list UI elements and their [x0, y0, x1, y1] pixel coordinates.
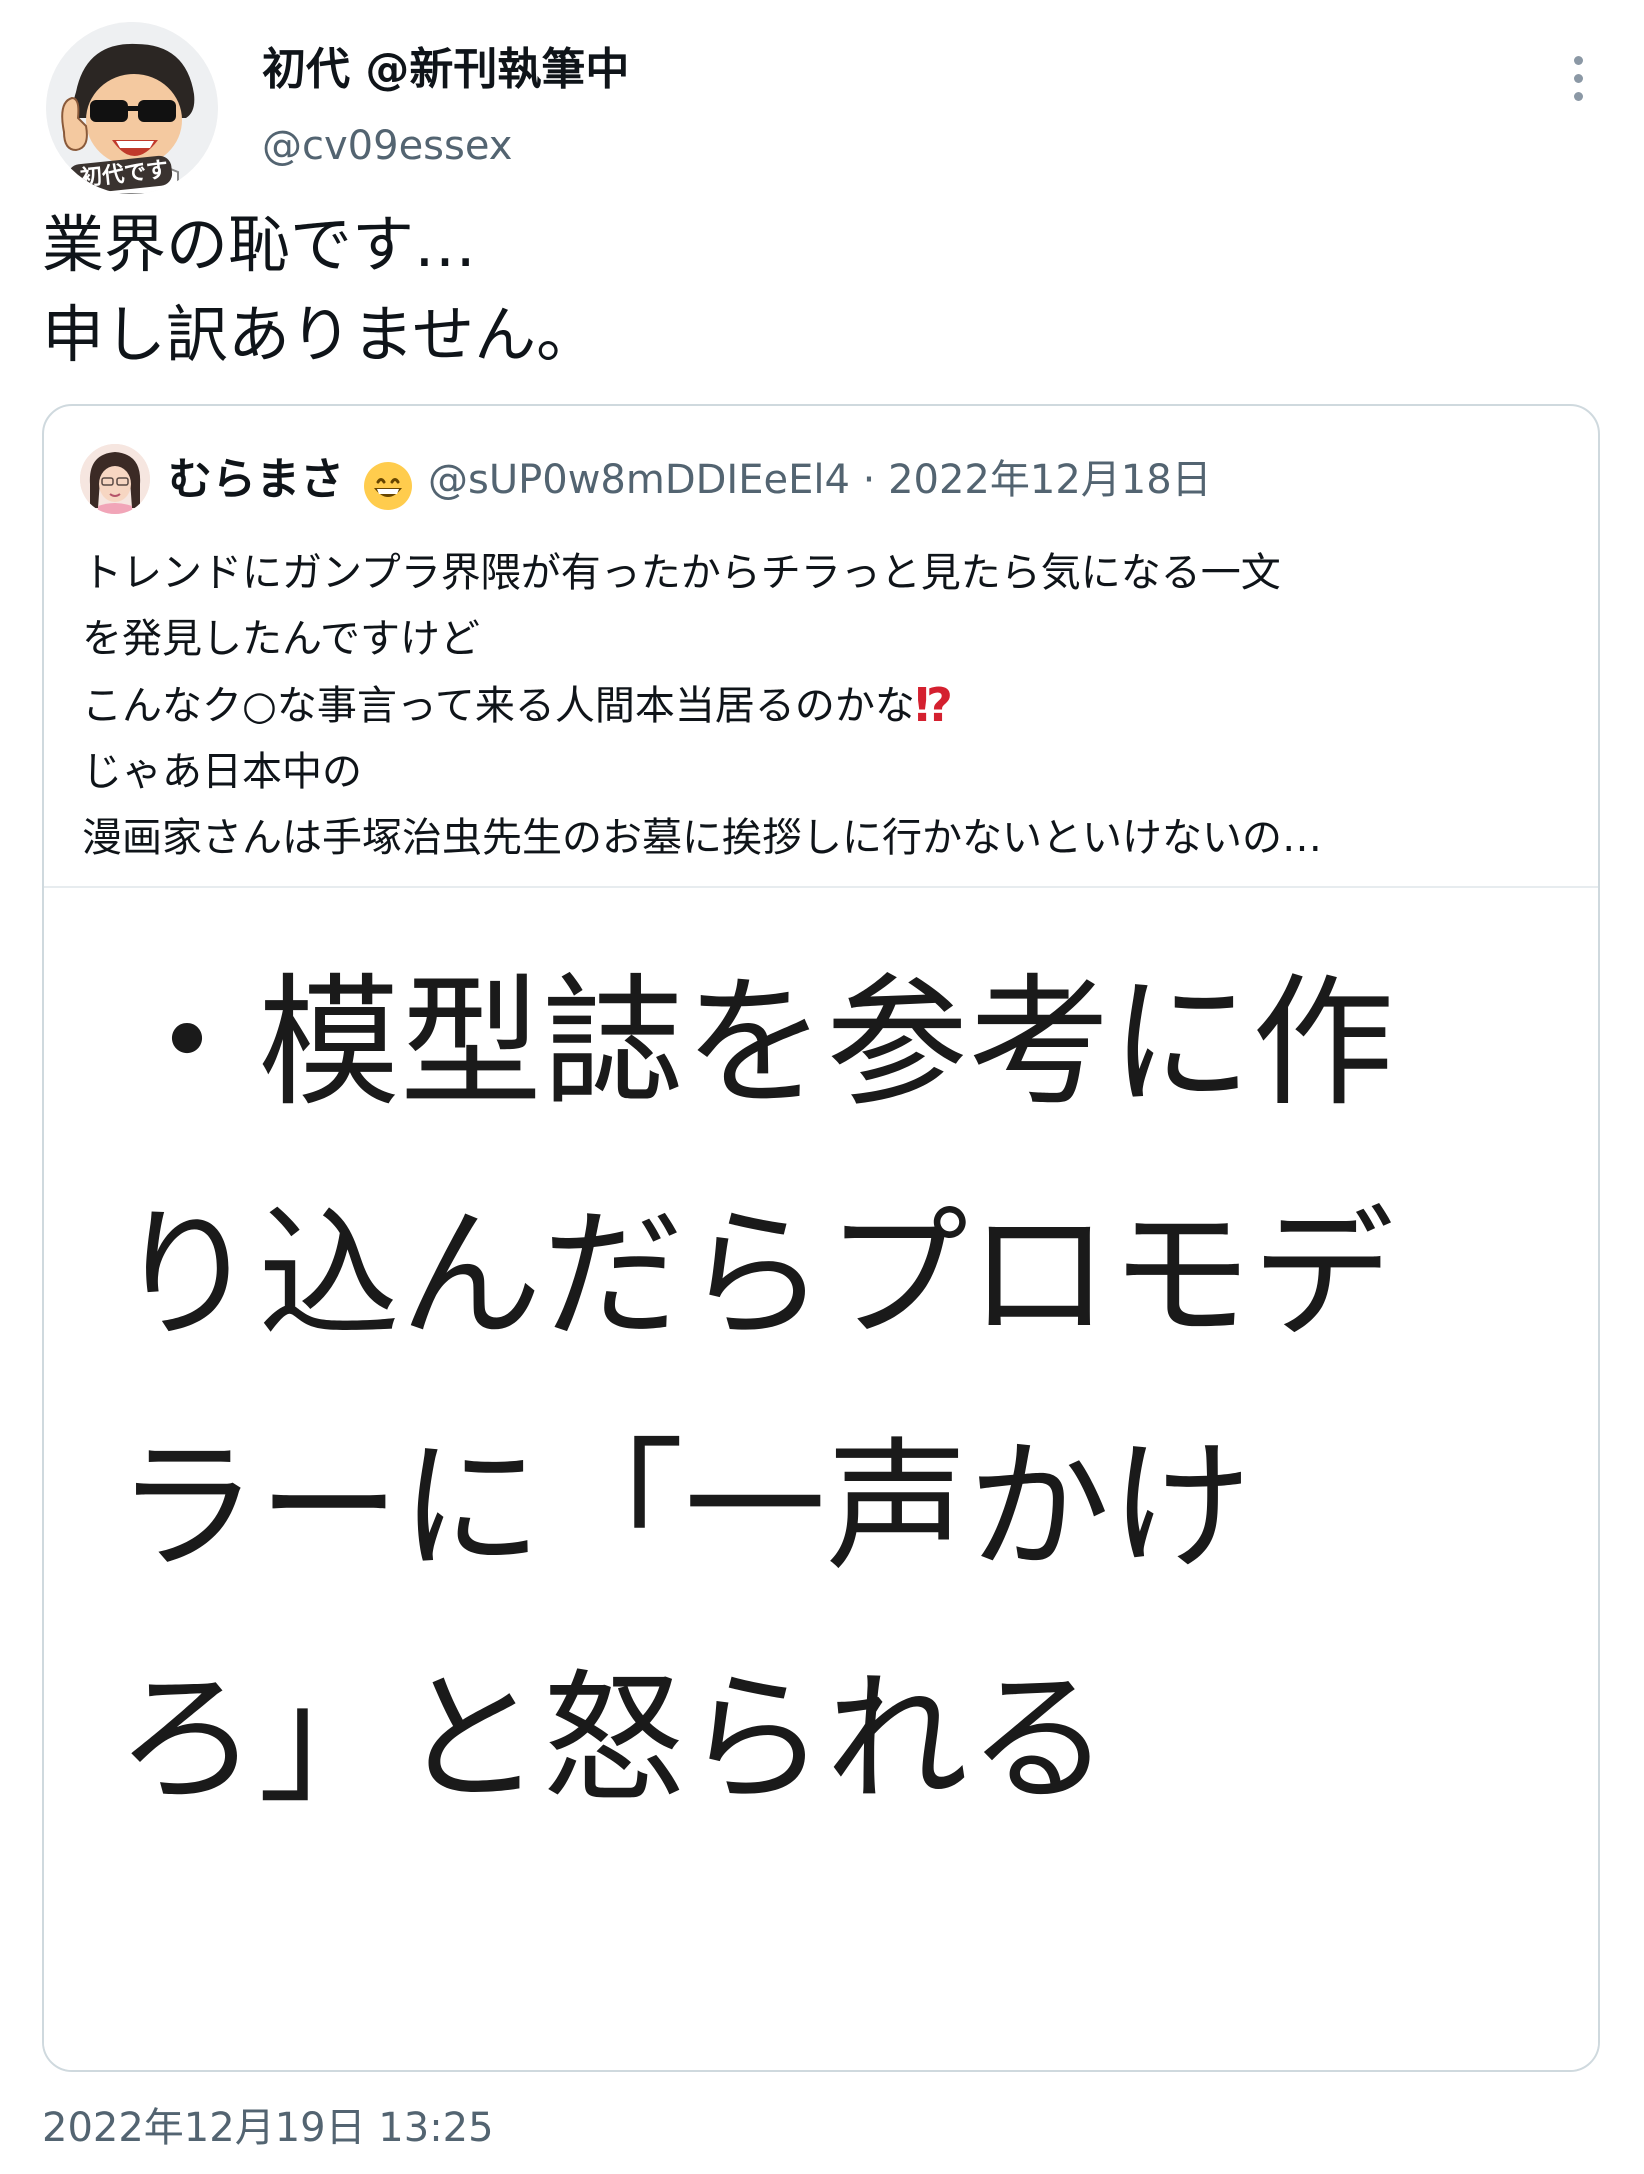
interrobang-icon: ⁉	[914, 678, 953, 732]
tweet-text: 業界の恥です… 申し訳ありません。	[42, 200, 598, 380]
tweet-container: 初代です 初代 @新刊執筆中 @cv09essex 業界の恥です… 申し訳ありま…	[0, 0, 1644, 2174]
more-icon-dot	[1574, 56, 1583, 65]
quoted-media-image[interactable]: ・模型誌を参考に作り込んだらプロモデラーに「一声かけろ」と怒られる	[44, 888, 1598, 2070]
author-display-name[interactable]: 初代 @新刊執筆中	[262, 40, 629, 100]
quoted-text-line: を発見したんですけど	[82, 616, 480, 662]
more-icon-dot	[1574, 92, 1583, 101]
quoted-text-line: こんなク○な事言って来る人間本当居るのかな⁉	[82, 672, 1562, 739]
quoted-text-line: じゃあ日本中の	[82, 749, 362, 795]
author-avatar[interactable]: 初代です	[46, 22, 218, 194]
quoted-author-handle-date: @sUP0w8mDDIEeEl4 · 2022年12月18日	[428, 457, 1212, 503]
quoted-tweet-text: トレンドにガンプラ界隈が有ったからチラっと見たら気になる一文 を発見したんですけ…	[82, 540, 1562, 871]
quoted-text-line-content: こんなク○な事言って来る人間本当居るのかな	[82, 683, 915, 729]
quoted-text-line: トレンドにガンプラ界隈が有ったからチラっと見たら気になる一文	[82, 550, 1281, 596]
tweet-text-line: 申し訳ありません。	[42, 298, 599, 371]
quoted-author-display-name: むらまさ	[168, 454, 344, 505]
quoted-avatar-illustration	[80, 444, 150, 514]
quoted-author-avatar	[80, 444, 150, 514]
more-icon-dot	[1574, 74, 1583, 83]
author-handle[interactable]: @cv09essex	[262, 118, 512, 174]
more-options-button[interactable]	[1548, 40, 1608, 140]
quoted-text-line: 漫画家さんは手塚治虫先生のお墓に挨拶しに行かないといけないの…	[82, 815, 1322, 861]
tweet-timestamp[interactable]: 2022年12月19日 13:25	[42, 2100, 494, 2156]
quoted-image-text: ・模型誌を参考に作り込んだらプロモデラーに「一声かけろ」と怒られる	[116, 961, 1394, 1822]
quoted-tweet-card[interactable]: むらまさ @sUP0w8mDDIEeEl4 · 2022年12月18日 トレンド…	[42, 404, 1600, 2072]
tweet-text-line: 業界の恥です…	[42, 208, 477, 281]
grinning-face-icon	[364, 462, 412, 510]
